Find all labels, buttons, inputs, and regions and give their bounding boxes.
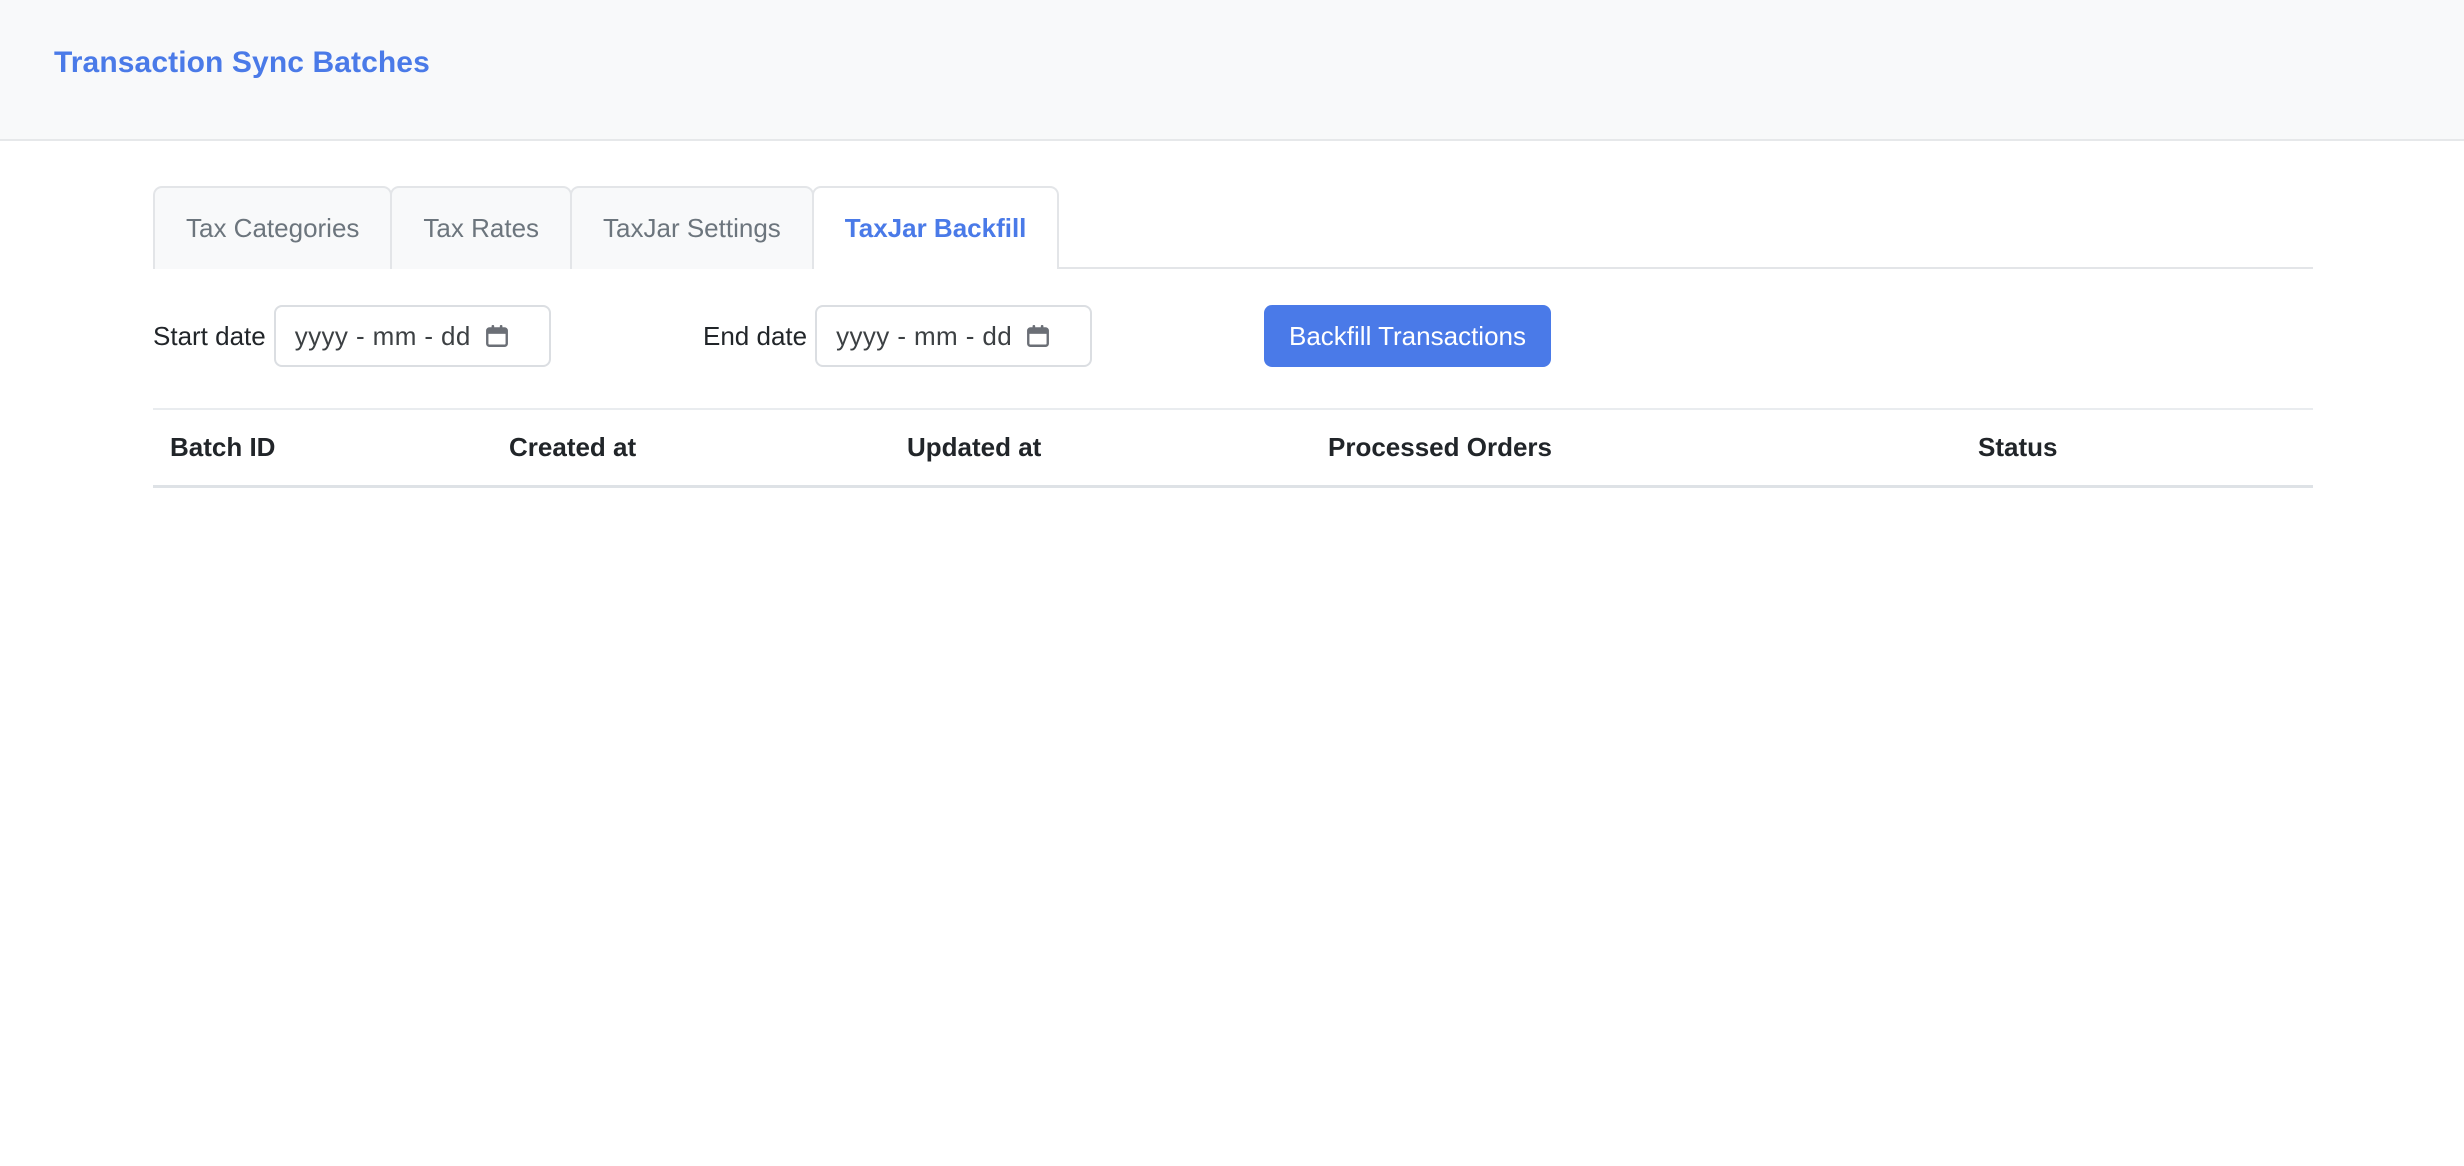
tab-label: TaxJar Backfill xyxy=(844,213,1027,243)
batches-table: Batch ID Created at Updated at Processed… xyxy=(153,408,2313,488)
end-date-field-group: End date yyyy - mm - dd xyxy=(703,303,1093,369)
backfill-controls: Start date yyyy - mm - dd End date yyyy … xyxy=(153,303,2313,369)
column-header-processed-orders: Processed Orders xyxy=(1315,408,1935,488)
column-header-batch-id: Batch ID xyxy=(153,408,493,488)
app-header: Transaction Sync Batches xyxy=(0,0,2464,141)
start-date-field-group: Start date yyyy - mm - dd xyxy=(153,303,551,369)
calendar-icon[interactable] xyxy=(484,323,510,349)
tab-label: TaxJar Settings xyxy=(603,213,781,243)
tab-tax-rates[interactable]: Tax Rates xyxy=(390,186,573,269)
column-header-status: Status xyxy=(1935,408,2313,488)
column-header-created-at: Created at xyxy=(493,408,895,488)
batches-table-container: Batch ID Created at Updated at Processed… xyxy=(153,408,2313,488)
start-date-label: Start date xyxy=(153,320,266,351)
table-head: Batch ID Created at Updated at Processed… xyxy=(153,408,2313,488)
end-date-label: End date xyxy=(703,320,808,351)
tab-label: Tax Rates xyxy=(423,213,540,243)
tab-taxjar-backfill[interactable]: TaxJar Backfill xyxy=(811,186,1060,269)
end-date-input[interactable]: yyyy - mm - dd xyxy=(815,305,1093,367)
calendar-icon[interactable] xyxy=(1025,323,1051,349)
page-title: Transaction Sync Batches xyxy=(54,46,430,79)
tab-list: Tax Categories Tax Rates TaxJar Settings Ta… xyxy=(153,186,1060,269)
start-date-placeholder-text: yyyy - mm - dd xyxy=(294,320,471,351)
start-date-input[interactable]: yyyy - mm - dd xyxy=(273,305,551,367)
tab-label: Tax Categories xyxy=(186,213,360,243)
tab-bar: Tax Categories Tax Rates TaxJar Settings Ta… xyxy=(153,186,2313,269)
column-header-updated-at: Updated at xyxy=(895,408,1315,488)
backfill-transactions-button[interactable]: Backfill Transactions xyxy=(1264,305,1551,367)
tab-tax-categories[interactable]: Tax Categories xyxy=(153,186,393,269)
table-header-row: Batch ID Created at Updated at Processed… xyxy=(153,408,2313,488)
tab-taxjar-settings[interactable]: TaxJar Settings xyxy=(570,186,814,269)
app-page: Transaction Sync Batches Tax Categories T… xyxy=(0,0,2464,1166)
end-date-placeholder-text: yyyy - mm - dd xyxy=(836,320,1013,351)
